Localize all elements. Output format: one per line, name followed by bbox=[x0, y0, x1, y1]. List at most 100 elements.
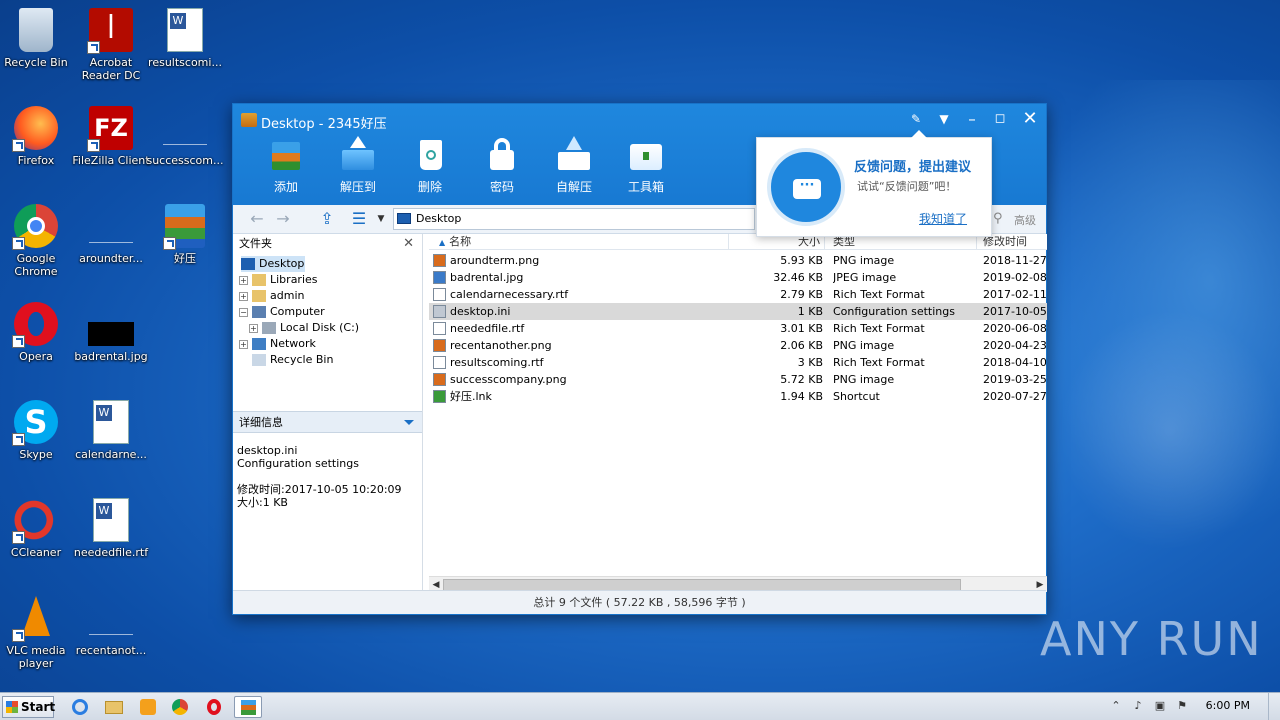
column-header-name[interactable]: ▲ 名称 bbox=[429, 234, 729, 250]
delete-button[interactable]: 删除 bbox=[400, 136, 460, 198]
file-size-cell: 3.01 KB bbox=[780, 322, 823, 335]
desktop-icon-recycle-bin[interactable]: Recycle Bin bbox=[0, 8, 75, 69]
desktop-icon-neededfile[interactable]: W neededfile.rtf bbox=[72, 498, 150, 559]
forward-button[interactable]: → bbox=[273, 209, 293, 229]
toolbox-button[interactable]: 工具箱 bbox=[616, 136, 676, 198]
file-row[interactable]: badrental.jpg 32.46 KB JPEG image 2019-02-0… bbox=[429, 269, 1047, 286]
file-type-cell: Rich Text Format bbox=[833, 356, 925, 369]
tree-item-admin[interactable]: + admin bbox=[239, 288, 304, 304]
file-modified-cell: 2018-11-27 1 bbox=[983, 254, 1047, 267]
view-dropdown-icon[interactable]: ▼ bbox=[371, 209, 391, 229]
desktop-icon-label: Acrobat Reader DC bbox=[81, 56, 141, 82]
expand-icon[interactable]: + bbox=[239, 339, 248, 349]
close-button[interactable]: ✕ bbox=[1019, 108, 1041, 130]
file-name-cell: badrental.jpg bbox=[450, 271, 524, 284]
view-menu-button[interactable]: ☰ bbox=[349, 209, 369, 229]
minimize-button[interactable]: – bbox=[961, 108, 983, 130]
password-button[interactable]: 密码 bbox=[472, 136, 532, 198]
maximize-button[interactable]: ◻ bbox=[989, 108, 1011, 130]
back-button[interactable]: ← bbox=[247, 209, 267, 229]
tree-item-label: Libraries bbox=[270, 273, 318, 286]
network-tray-icon[interactable]: ▣ bbox=[1154, 700, 1166, 712]
action-center-flag-icon[interactable]: ⚑ bbox=[1176, 700, 1188, 712]
desktop-icon-firefox[interactable]: Firefox bbox=[0, 106, 75, 167]
expand-icon[interactable]: + bbox=[249, 323, 258, 333]
got-it-link[interactable]: 我知道了 bbox=[919, 210, 967, 227]
file-row[interactable]: recentanother.png 2.06 KB PNG image 2020-04… bbox=[429, 337, 1047, 354]
desktop-icon-chrome[interactable]: Google Chrome bbox=[0, 204, 75, 278]
media-player-taskbar-icon[interactable] bbox=[134, 696, 162, 718]
folder-pane-close-icon[interactable]: ✕ bbox=[403, 234, 414, 254]
collapse-icon[interactable]: − bbox=[239, 307, 248, 317]
desktop-icon-vlc[interactable]: VLC media player bbox=[0, 596, 75, 670]
user-folder-icon bbox=[252, 290, 266, 302]
png-file-icon bbox=[433, 254, 446, 267]
desktop-icon-label: successcom... bbox=[146, 154, 224, 167]
app-logo-icon bbox=[241, 113, 257, 127]
desktop-icon-acrobat[interactable]: ꟾ Acrobat Reader DC bbox=[72, 8, 150, 82]
start-button[interactable]: Start bbox=[2, 696, 55, 718]
chevron-down-icon[interactable] bbox=[404, 420, 414, 425]
ie-taskbar-icon[interactable] bbox=[66, 696, 94, 718]
word-document-icon: W bbox=[93, 498, 129, 542]
popup-title: 反馈问题，提出建议 bbox=[854, 160, 972, 175]
desktop-icon-calendarne[interactable]: W calendarne... bbox=[72, 400, 150, 461]
menu-dropdown-icon[interactable]: ▼ bbox=[933, 108, 955, 130]
expand-icon[interactable]: + bbox=[239, 275, 248, 285]
tree-item-libraries[interactable]: + Libraries bbox=[239, 272, 318, 288]
desktop-icon-ccleaner[interactable]: CCleaner bbox=[0, 498, 75, 559]
up-folder-button[interactable]: ⇪ bbox=[317, 209, 337, 229]
address-input[interactable]: Desktop bbox=[393, 208, 755, 230]
desktop-icon-label: CCleaner bbox=[10, 546, 62, 559]
desktop-icon-label: neededfile.rtf bbox=[73, 546, 149, 559]
desktop-icon-badrental[interactable]: badrental.jpg bbox=[72, 302, 150, 363]
file-row[interactable]: calendarnecessary.rtf 2.79 KB Rich Text Fo… bbox=[429, 286, 1047, 303]
desktop-icon-haozip[interactable]: 好压 bbox=[146, 204, 224, 265]
desktop-icon-successcompany[interactable]: successcom... bbox=[146, 106, 224, 167]
haozip-taskbar-icon[interactable] bbox=[234, 696, 262, 718]
taskbar-clock[interactable]: 6:00 PM bbox=[1206, 699, 1250, 712]
desktop-icon-aroundterm[interactable]: aroundter... bbox=[72, 204, 150, 265]
file-type-cell: PNG image bbox=[833, 254, 895, 267]
sfx-button[interactable]: 自解压 bbox=[544, 136, 604, 198]
windows-logo-icon bbox=[6, 701, 18, 713]
desktop-icon-label: badrental.jpg bbox=[74, 350, 148, 363]
desktop-icon-label: 好压 bbox=[174, 252, 196, 265]
advanced-search-link[interactable]: 高级 bbox=[1014, 212, 1036, 228]
tray-expand-icon[interactable]: ⌃ bbox=[1110, 700, 1122, 712]
file-size-cell: 1 KB bbox=[797, 305, 823, 318]
show-desktop-button[interactable] bbox=[1268, 693, 1280, 720]
desktop-icon-label: FileZilla Client bbox=[72, 154, 150, 167]
file-row[interactable]: successcompany.png 5.72 KB PNG image 2019-0… bbox=[429, 371, 1047, 388]
file-row[interactable]: resultscoming.rtf 3 KB Rich Text Format 201… bbox=[429, 354, 1047, 371]
desktop-icon-opera[interactable]: Opera bbox=[0, 302, 75, 363]
rtf-file-icon bbox=[433, 322, 446, 335]
desktop-icon-recentanot[interactable]: recentanot... bbox=[72, 596, 150, 657]
search-icon[interactable]: ⚲ bbox=[993, 211, 1007, 226]
taskbar: Start ⌃ ♪ ▣ ⚑ 6:00 PM bbox=[0, 692, 1280, 720]
feedback-icon[interactable]: ✎ bbox=[905, 108, 927, 130]
tree-item-network[interactable]: + Network bbox=[239, 336, 316, 352]
tree-item-recycle-bin[interactable]: Recycle Bin bbox=[252, 352, 333, 368]
desktop-icon-skype[interactable]: S Skype bbox=[0, 400, 75, 461]
explorer-taskbar-icon[interactable] bbox=[100, 696, 128, 718]
trash-icon bbox=[410, 136, 450, 172]
extract-to-button[interactable]: 解压到 bbox=[328, 136, 388, 198]
desktop-icon-filezilla[interactable]: FZ FileZilla Client bbox=[72, 106, 150, 167]
file-row[interactable]: aroundterm.png 5.93 KB PNG image 2018-11-27… bbox=[429, 252, 1047, 269]
file-row[interactable]: 好压.lnk 1.94 KB Shortcut 2020-07-27 1 bbox=[429, 388, 1047, 405]
tree-item-local-disk[interactable]: + Local Disk (C:) bbox=[249, 320, 359, 336]
tree-item-computer[interactable]: − Computer bbox=[239, 304, 325, 320]
file-row[interactable]: desktop.ini 1 KB Configuration settings 201… bbox=[429, 303, 1047, 320]
chrome-taskbar-icon[interactable] bbox=[166, 696, 194, 718]
tree-item-desktop[interactable]: Desktop bbox=[241, 256, 305, 272]
volume-icon[interactable]: ♪ bbox=[1132, 700, 1144, 712]
anyrun-watermark: ANY RUN bbox=[1040, 612, 1263, 666]
expand-icon[interactable]: + bbox=[239, 291, 248, 301]
details-header[interactable]: 详细信息 bbox=[233, 411, 422, 433]
desktop-icon-resultscoming[interactable]: W resultscomi... bbox=[146, 8, 224, 69]
file-row[interactable]: neededfile.rtf 3.01 KB Rich Text Format 202… bbox=[429, 320, 1047, 337]
add-button[interactable]: 添加 bbox=[256, 136, 316, 198]
opera-taskbar-icon[interactable] bbox=[200, 696, 228, 718]
details-modified: 修改时间:2017-10-05 10:20:09 bbox=[237, 483, 402, 496]
